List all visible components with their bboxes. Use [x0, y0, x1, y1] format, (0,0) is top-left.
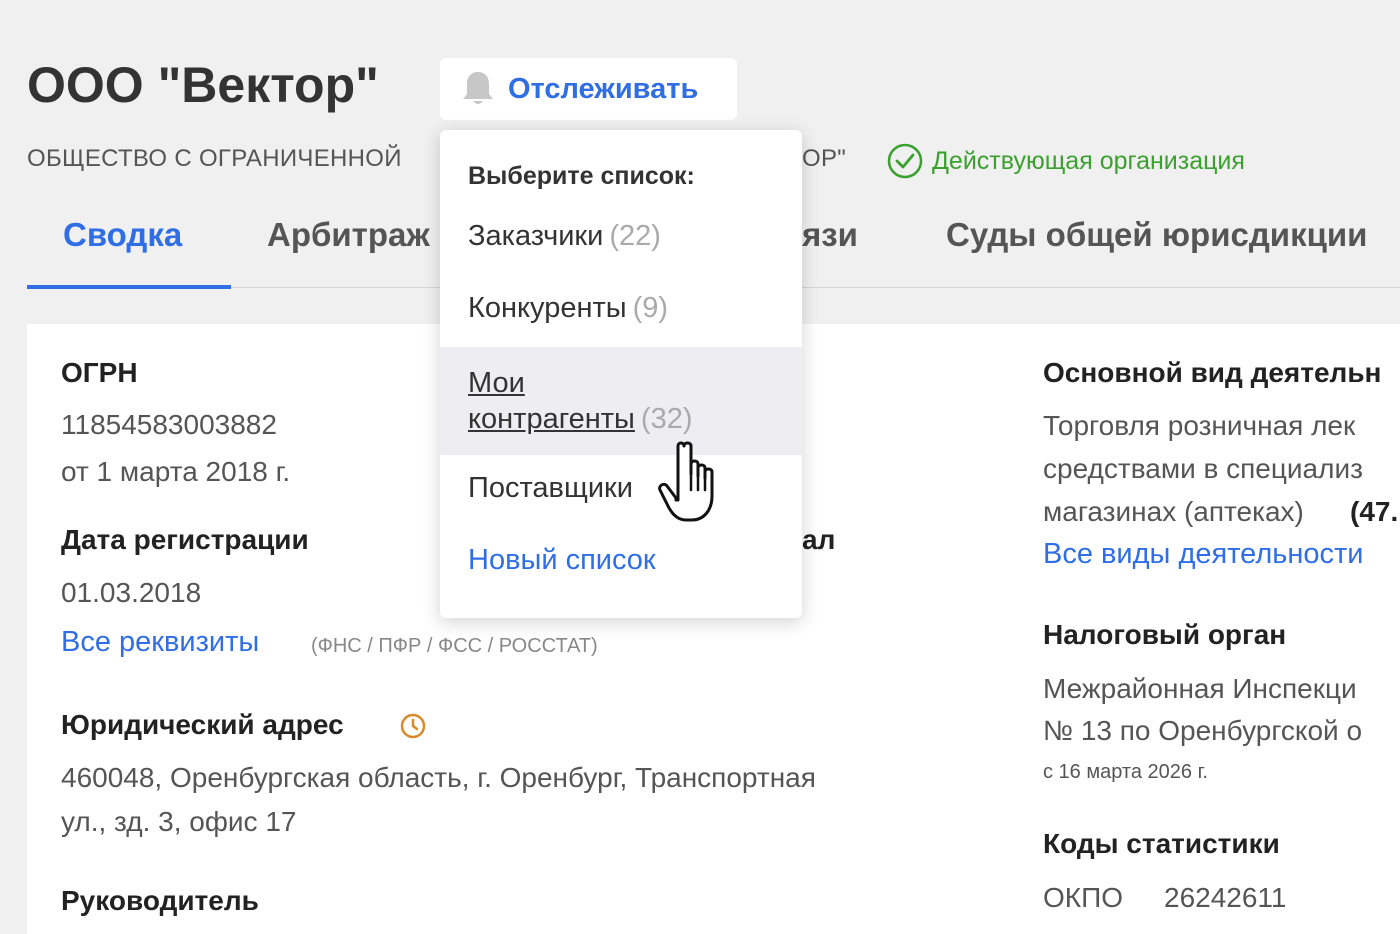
check-circle-icon [887, 143, 923, 179]
new-list-button[interactable]: Новый список [440, 544, 802, 584]
list-item-count: (22) [609, 220, 661, 252]
ogrn-date: от 1 марта 2018 г. [61, 456, 291, 487]
main-activity-line3: магазинах (аптеках) [1043, 496, 1304, 527]
list-item-name-line1: Мои [468, 367, 525, 399]
main-activity-title: Основной вид деятельн [1043, 357, 1382, 388]
tax-authority-line2: № 13 по Оренбургской о [1043, 715, 1363, 746]
statistics-codes-title: Коды статистики [1043, 828, 1280, 859]
clock-icon[interactable] [399, 712, 427, 740]
main-activity-line1: Торговля розничная лек [1043, 410, 1356, 441]
main-activity-code: (47. [1350, 496, 1399, 527]
tab-arbitration[interactable]: Арбитраж [267, 216, 430, 254]
legal-name-right: ОР" [802, 145, 847, 172]
list-item-count: (9) [632, 292, 669, 324]
registration-title: Дата регистрации [61, 524, 309, 555]
dropdown-title: Выберите список: [468, 162, 695, 190]
list-item-name: Конкуренты [468, 292, 627, 324]
ogrn-title: ОГРН [61, 357, 138, 388]
tab-summary[interactable]: Сводка [63, 216, 182, 254]
ogrn-value: 11854583003882 [61, 409, 277, 440]
tax-authority-title: Налоговый орган [1043, 619, 1287, 650]
bell-icon [460, 69, 496, 109]
requisites-sources-note: (ФНС / ПФР / ФСС / РОССТАТ) [311, 635, 598, 657]
legal-address-line2: ул., зд. 3, офис 17 [61, 806, 297, 837]
list-item-competitors[interactable]: Конкуренты (9) [440, 292, 802, 332]
legal-name-left: ОБЩЕСТВО С ОГРАНИЧЕННОЙ [27, 145, 402, 172]
list-item-suppliers[interactable]: Поставщики [440, 472, 802, 512]
okpo-label: ОКПО [1043, 882, 1123, 913]
company-title: ООО "Вектор" [27, 57, 379, 113]
okpo-value: 26242611 [1164, 882, 1287, 913]
list-item-name: Поставщики [468, 472, 633, 504]
legal-address-title: Юридический адрес [61, 709, 344, 740]
hand-pointer-cursor [658, 441, 714, 522]
all-requisites-link[interactable]: Все реквизиты [61, 626, 259, 659]
tab-connections[interactable]: язи [802, 216, 858, 254]
active-tab-indicator [27, 285, 231, 289]
manager-title: Руководитель [61, 885, 259, 916]
list-item-customers[interactable]: Заказчики (22) [440, 220, 802, 260]
list-item-name: Заказчики [468, 220, 604, 252]
list-item-my-counterparties[interactable]: Мои контрагенты (32) [440, 347, 802, 455]
legal-address-line1: 460048, Оренбургская область, г. Оренбур… [61, 762, 816, 793]
watchlist-dropdown: Выберите список: Заказчики (22) Конкурент… [440, 130, 802, 618]
list-item-name-line2: контрагенты [468, 403, 635, 435]
tab-general-courts[interactable]: Суды общей юрисдикции [946, 216, 1367, 254]
track-button-label: Отслеживать [508, 72, 699, 105]
status-badge: Действующая организация [886, 142, 1245, 180]
registration-date: 01.03.2018 [61, 577, 202, 608]
main-activity-line2: средствами в специализ [1043, 453, 1363, 484]
tax-authority-line1: Межрайонная Инспекци [1043, 673, 1357, 704]
track-button[interactable]: Отслеживать [440, 58, 737, 120]
all-activities-link[interactable]: Все виды деятельности [1043, 538, 1364, 571]
status-text: Действующая организация [932, 146, 1245, 175]
tax-authority-since: с 16 марта 2026 г. [1043, 761, 1208, 783]
capital-title-partial: ал [802, 524, 836, 555]
list-item-count: (32) [640, 403, 693, 435]
